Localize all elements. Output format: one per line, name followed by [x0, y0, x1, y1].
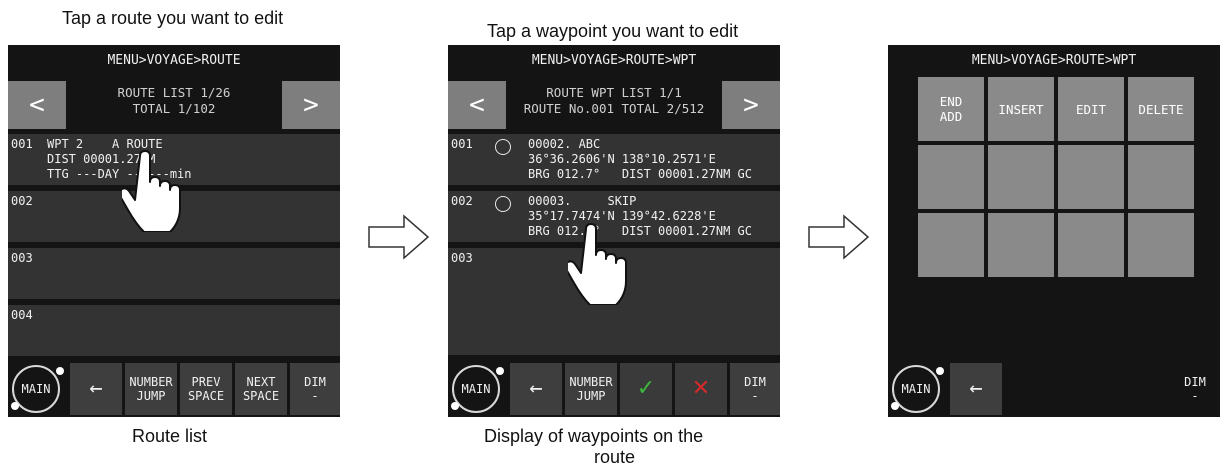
caption-waypoint-display-line2: route [594, 447, 636, 467]
dim-label-2: - [311, 389, 319, 403]
caption-route-list: Route list [132, 426, 208, 446]
delete-button[interactable]: DELETE [1128, 77, 1194, 141]
route-name: WPT 2 A ROUTE [47, 137, 163, 151]
back-button[interactable]: ← [950, 363, 1002, 415]
screen-title: MENU>VOYAGE>ROUTE>WPT [531, 53, 697, 68]
cross-icon: ✕ [691, 376, 711, 401]
empty-slot [1058, 145, 1124, 209]
checkmark-icon: ✓ [636, 376, 656, 401]
tap-hand-icon [122, 150, 181, 232]
row-number: 002 [451, 194, 473, 208]
number-jump-label-1: NUMBER [129, 375, 173, 389]
screen-title: MENU>VOYAGE>ROUTE [107, 53, 241, 68]
empty-slot [918, 213, 984, 277]
next-space-button[interactable]: NEXT SPACE [235, 363, 287, 415]
list-header: ROUTE LIST 1/26 TOTAL 1/102 [8, 85, 340, 117]
waypoint-bearing-distance: BRG 012.7° DIST 00001.27NM GC [528, 167, 752, 181]
dim-label-2: - [1191, 389, 1199, 403]
main-dot-icon [891, 402, 899, 410]
dim-label-1: DIM [1184, 375, 1206, 389]
route-row-004[interactable]: 004 [8, 305, 340, 356]
list-page-count: ROUTE LIST 1/26 [117, 85, 231, 100]
prev-space-label-1: PREV [191, 375, 221, 389]
main-dot-icon [11, 402, 19, 410]
number-jump-button[interactable]: NUMBER JUMP [125, 363, 177, 415]
next-space-label-1: NEXT [246, 375, 276, 389]
next-space-label-2: SPACE [242, 389, 280, 403]
dim-label-1: DIM [744, 375, 766, 389]
end-add-label-1: END [939, 94, 963, 109]
insert-button[interactable]: INSERT [988, 77, 1054, 141]
waypoint-bearing-distance: BRG 012.7° DIST 00001.27NM GC [528, 224, 752, 238]
main-button[interactable]: MAIN [892, 365, 940, 413]
dim-button[interactable]: DIM - [290, 363, 340, 415]
dim-button[interactable]: DIM - [730, 363, 780, 415]
flow-arrow-1-icon [368, 214, 430, 260]
number-jump-label-2: JUMP [136, 389, 166, 403]
back-button[interactable]: ← [510, 363, 562, 415]
waypoint-position: 36°36.2606'N 138°10.2571'E [528, 152, 716, 166]
caption-tap-route: Tap a route you want to edit [62, 8, 284, 28]
edit-button[interactable]: EDIT [1058, 77, 1124, 141]
main-label: MAIN [461, 382, 491, 396]
main-label: MAIN [21, 382, 51, 396]
waypoint-name: 00003. SKIP [528, 194, 637, 208]
empty-slot [918, 145, 984, 209]
main-dot-icon [936, 367, 944, 375]
number-jump-button[interactable]: NUMBER JUMP [565, 363, 617, 415]
empty-slot [988, 213, 1054, 277]
end-add-button[interactable]: END ADD [918, 77, 984, 141]
waypoint-name: 00002. ABC [528, 137, 601, 151]
caption-waypoint-display-line1: Display of waypoints on the [484, 426, 704, 446]
waypoint-select-circle-icon[interactable] [495, 196, 511, 212]
dim-button[interactable]: DIM - [1170, 363, 1220, 415]
row-number: 002 [11, 194, 33, 208]
row-number: 001 [451, 137, 473, 151]
empty-slot [988, 145, 1054, 209]
empty-slot [1128, 213, 1194, 277]
end-add-label-2: ADD [939, 109, 963, 124]
main-label: MAIN [901, 382, 931, 396]
empty-slot [1058, 213, 1124, 277]
row-number: 003 [11, 251, 33, 265]
prev-space-label-2: SPACE [187, 389, 225, 403]
waypoint-edit-menu-screen: MENU>VOYAGE>ROUTE>WPT END ADD INSERT EDIT… [888, 45, 1220, 417]
empty-slot [1128, 145, 1194, 209]
route-row-003[interactable]: 003 [8, 248, 340, 299]
tap-hand-icon [568, 223, 627, 305]
caption-tap-waypoint: Tap a waypoint you want to edit [487, 21, 739, 41]
list-total-count: TOTAL 1/102 [132, 101, 216, 116]
row-number: 004 [11, 308, 33, 322]
list-header: ROUTE WPT LIST 1/1 ROUTE No.001 TOTAL 2/… [448, 85, 780, 117]
waypoint-row-001[interactable]: 001 00002. ABC 36°36.2606'N 138°10.2571'… [448, 134, 780, 185]
row-number: 003 [451, 251, 473, 265]
back-button[interactable]: ← [70, 363, 122, 415]
waypoint-position: 35°17.7474'N 139°42.6228'E [528, 209, 716, 223]
main-button[interactable]: MAIN [12, 365, 60, 413]
main-dot-icon [496, 367, 504, 375]
row-number: 001 [11, 137, 33, 151]
confirm-button[interactable]: ✓ [620, 363, 672, 415]
dim-label-1: DIM [304, 375, 326, 389]
cancel-button[interactable]: ✕ [675, 363, 727, 415]
number-jump-label-1: NUMBER [569, 375, 613, 389]
main-dot-icon [451, 402, 459, 410]
list-page-count: ROUTE WPT LIST 1/1 [546, 85, 682, 100]
main-button[interactable]: MAIN [452, 365, 500, 413]
prev-space-button[interactable]: PREV SPACE [180, 363, 232, 415]
number-jump-label-2: JUMP [576, 389, 606, 403]
main-dot-icon [56, 367, 64, 375]
flow-arrow-2-icon [808, 214, 870, 260]
dim-label-2: - [751, 389, 759, 403]
route-total-count: ROUTE No.001 TOTAL 2/512 [523, 101, 705, 116]
screen-title: MENU>VOYAGE>ROUTE>WPT [971, 53, 1137, 68]
waypoint-select-circle-icon[interactable] [495, 139, 511, 155]
